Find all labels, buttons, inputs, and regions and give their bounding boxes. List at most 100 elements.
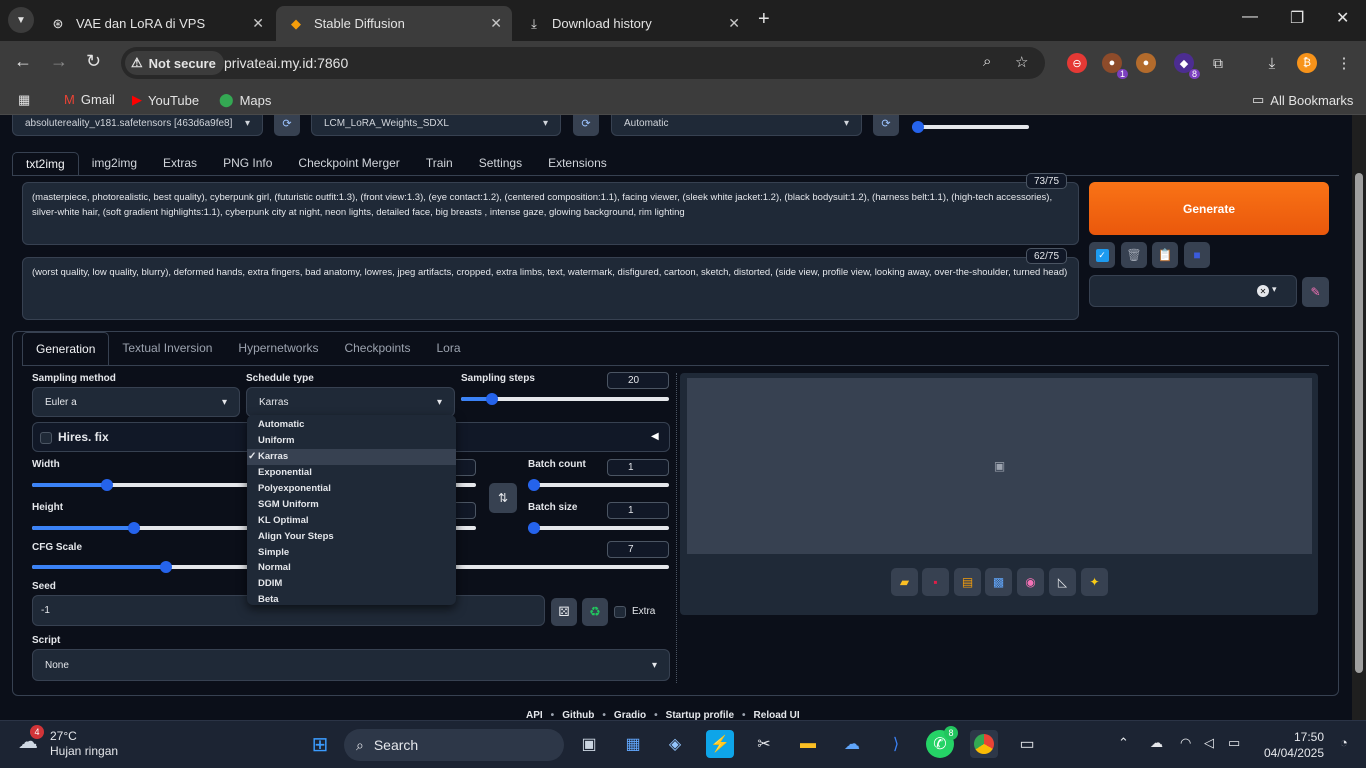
tab-checkpoints[interactable]: Checkpoints — [331, 332, 423, 365]
tab-extras[interactable]: Extras — [150, 152, 210, 176]
dice-icon[interactable]: ⚄ — [551, 598, 577, 626]
schedule-option-sgm-uniform[interactable]: SGM Uniform — [247, 496, 456, 512]
footer-link-reload-ui[interactable]: Reload UI — [754, 710, 800, 720]
sampling-steps-input[interactable]: 20 — [607, 372, 669, 389]
positive-prompt-textarea[interactable]: (masterpiece, photorealistic, best quali… — [22, 182, 1079, 245]
schedule-option-ddim[interactable]: DDIM — [247, 576, 456, 592]
clear-icon[interactable]: ✕ — [1257, 285, 1269, 297]
checkpoint-select[interactable]: absolutereality_v181.safetensors [463d6a… — [12, 115, 263, 136]
extensions-puzzle-icon[interactable]: ⧉ — [1208, 53, 1228, 73]
bookmark-maps[interactable]: ⬤ Maps — [219, 92, 271, 108]
browser-tab-download-history[interactable]: ⤓ Download history ✕ — [514, 6, 750, 41]
tab-hypernetworks[interactable]: Hypernetworks — [225, 332, 331, 365]
photos-app-icon[interactable]: ▦ — [619, 730, 647, 758]
tab-search-button[interactable]: ▼ — [8, 7, 34, 33]
script-select[interactable]: None ▾ — [32, 649, 670, 681]
page-scrollbar[interactable] — [1352, 115, 1366, 720]
reload-icon[interactable]: ↻ — [86, 51, 101, 72]
forward-icon[interactable]: → — [50, 51, 68, 72]
slider-knob[interactable] — [128, 522, 140, 534]
tab-extensions[interactable]: Extensions — [535, 152, 620, 176]
downloads-icon[interactable]: ⤓ — [1262, 53, 1282, 73]
footer-link-gradio[interactable]: Gradio — [614, 710, 646, 720]
tab-train[interactable]: Train — [413, 152, 466, 176]
bitcoin-icon[interactable]: ₿ — [1297, 53, 1317, 73]
tab-lora[interactable]: Lora — [424, 332, 474, 365]
clipboard-icon[interactable]: 📋 — [1152, 242, 1178, 268]
sparkle-icon[interactable]: ✦ — [1081, 568, 1108, 596]
tab-img2img[interactable]: img2img — [79, 152, 150, 176]
browser-tab-stable-diffusion[interactable]: ◆ Stable Diffusion ✕ — [276, 6, 512, 41]
wifi-icon[interactable]: ◠ — [1180, 735, 1191, 751]
vae-select[interactable]: Automatic ▾ — [611, 115, 862, 136]
footer-link-startup-profile[interactable]: Startup profile — [666, 710, 734, 720]
slider-knob[interactable] — [486, 393, 498, 405]
negative-prompt-textarea[interactable]: (worst quality, low quality, blurry), de… — [22, 257, 1079, 320]
footer-link-github[interactable]: Github — [562, 710, 594, 720]
schedule-option-polyexponential[interactable]: Polyexponential — [247, 481, 456, 497]
virtualbox-icon[interactable]: ◈ — [661, 730, 689, 758]
send-to-img2img-icon[interactable]: ▩ — [985, 568, 1012, 596]
schedule-option-kl-optimal[interactable]: KL Optimal — [247, 512, 456, 528]
tab-generation[interactable]: Generation — [22, 332, 110, 365]
network-status-icon[interactable]: ☁ — [1150, 735, 1163, 751]
schedule-option-exponential[interactable]: Exponential — [247, 465, 456, 481]
slider-knob[interactable] — [912, 121, 924, 133]
back-icon[interactable]: ← — [14, 51, 32, 72]
swap-dimensions-icon[interactable]: ⇅ — [489, 483, 517, 513]
close-tab-icon[interactable]: ✕ — [728, 15, 740, 32]
chrome-taskbar-icon[interactable] — [970, 730, 998, 758]
edit-styles-icon[interactable]: ✎ — [1302, 277, 1329, 307]
onedrive-icon[interactable]: ☁ — [838, 730, 866, 758]
extra-seed-checkbox[interactable] — [614, 606, 626, 618]
address-bar[interactable]: ⚠ Not secure privateai.my.id:7860 ⌕ ☆ — [121, 47, 1045, 79]
read-params-button[interactable]: ✓ — [1089, 242, 1115, 268]
send-to-inpaint-icon[interactable]: ◉ — [1017, 568, 1044, 596]
schedule-option-karras[interactable]: ✓ Karras — [247, 448, 456, 465]
power-automate-icon[interactable]: ⚡ — [706, 730, 734, 758]
browser-tab-vae-lora[interactable]: ⊛ VAE dan LoRA di VPS ✕ — [38, 6, 274, 41]
slider-knob[interactable] — [528, 479, 540, 491]
slider-knob[interactable] — [160, 561, 172, 573]
batch-size-input[interactable]: 1 — [607, 502, 669, 519]
recycle-icon[interactable]: ♻ — [582, 598, 608, 626]
notification-bell-icon[interactable]: ◔ — [1340, 735, 1348, 750]
batch-size-slider[interactable] — [528, 522, 669, 534]
send-to-extras-icon[interactable]: ◺ — [1049, 568, 1076, 596]
cfg-scale-input[interactable]: 7 — [607, 541, 669, 558]
weather-widget[interactable]: ☁ 4 27°C Hujan ringan — [18, 725, 118, 759]
bookmark-star-icon[interactable]: ☆ — [1015, 53, 1028, 71]
schedule-option-normal[interactable]: Normal — [247, 560, 456, 576]
tab-png-info[interactable]: PNG Info — [210, 152, 285, 176]
close-tab-icon[interactable]: ✕ — [490, 15, 502, 32]
all-bookmarks[interactable]: ▭ All Bookmarks — [1252, 92, 1353, 108]
bookmark-youtube[interactable]: ▶ YouTube — [132, 92, 199, 108]
windows-start-icon[interactable]: ⊞ — [306, 730, 334, 758]
refresh-checkpoint-icon[interactable]: ⟳ — [274, 115, 300, 136]
collapse-triangle-icon[interactable]: ◀ — [651, 431, 659, 442]
system-clock[interactable]: 17:50 04/04/2025 — [1262, 729, 1324, 761]
file-explorer-icon[interactable]: ▬ — [794, 730, 822, 758]
open-folder-icon[interactable]: ▰ — [891, 568, 918, 596]
batch-count-input[interactable]: 1 — [607, 459, 669, 476]
styles-icon[interactable]: ■ — [1184, 242, 1210, 268]
refresh-lora-icon[interactable]: ⟳ — [573, 115, 599, 136]
schedule-type-select[interactable]: Karras ▾ — [246, 387, 455, 417]
new-tab-icon[interactable]: + — [758, 8, 770, 31]
close-tab-icon[interactable]: ✕ — [252, 15, 264, 32]
schedule-option-simple[interactable]: Simple — [247, 544, 456, 560]
apps-grid-icon[interactable]: ▦ — [18, 92, 30, 108]
tab-settings[interactable]: Settings — [466, 152, 535, 176]
sampling-steps-slider[interactable] — [461, 393, 669, 405]
battery-icon[interactable]: ▭ — [1228, 735, 1240, 751]
extension-cookie-editor-icon[interactable]: ● — [1136, 53, 1156, 73]
generate-button[interactable]: Generate — [1089, 182, 1329, 235]
tray-overflow-icon[interactable]: ⌃ — [1118, 735, 1129, 751]
chrome-menu-icon[interactable]: ⋮ — [1334, 53, 1354, 73]
tab-checkpoint-merger[interactable]: Checkpoint Merger — [285, 152, 412, 176]
terminal-icon[interactable]: ▭ — [1013, 730, 1041, 758]
schedule-option-uniform[interactable]: Uniform — [247, 433, 456, 449]
slider-knob[interactable] — [528, 522, 540, 534]
whatsapp-icon[interactable]: ✆ 8 — [926, 726, 958, 758]
refresh-vae-icon[interactable]: ⟳ — [873, 115, 899, 136]
